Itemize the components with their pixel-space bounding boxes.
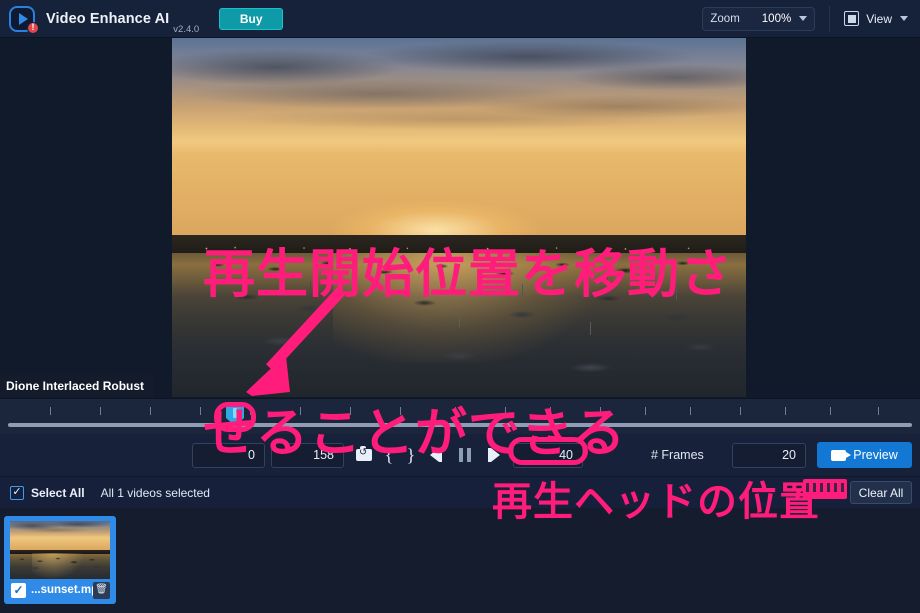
pause-icon[interactable] [452, 442, 478, 468]
current-frame-input[interactable]: 40 [513, 442, 583, 468]
list-item[interactable]: ...sunset.mp4 [4, 516, 116, 604]
playhead-marker-icon[interactable] [226, 405, 244, 426]
app-logo: ! [8, 5, 39, 34]
video-masts-layer [172, 249, 746, 397]
select-all-label: Select All [31, 485, 85, 500]
video-enhance-ai-window: ! Video Enhance AI v2.4.0 Buy Zoom 100% … [0, 0, 920, 613]
timeline-ruler[interactable] [0, 398, 920, 434]
next-frame-icon[interactable] [481, 442, 507, 468]
view-label: View [866, 11, 892, 26]
preview-canvas[interactable]: Dione Interlaced Robust [0, 38, 920, 398]
selection-status-text: All 1 videos selected [100, 485, 210, 500]
timeline-track[interactable] [8, 423, 912, 427]
view-square-icon [844, 11, 860, 26]
start-frame-input[interactable]: 0 [192, 442, 265, 468]
buy-button[interactable]: Buy [219, 7, 284, 30]
preview-button-label: Preview [853, 448, 898, 462]
timeline-ticks [0, 407, 920, 419]
play-triangle-icon [19, 12, 28, 25]
in-point-glyph: { [384, 445, 394, 465]
select-all-checkbox[interactable] [10, 485, 24, 500]
previous-frame-icon[interactable] [423, 442, 449, 468]
snapshot-camera-icon[interactable] [351, 442, 377, 468]
item-filename: ...sunset.mp4 [31, 584, 93, 596]
view-dropdown[interactable]: View [844, 11, 908, 26]
model-name-chip: Dione Interlaced Robust [0, 375, 155, 397]
out-point-bracket-icon[interactable]: } [398, 442, 424, 468]
zoom-dropdown[interactable]: Zoom 100% [702, 6, 816, 31]
playback-control-bar: 0 158 { } 40 # Frames 20 Preview [0, 434, 920, 476]
app-version: v2.4.0 [173, 24, 200, 35]
preview-camera-icon [831, 449, 852, 461]
titlebar-right-controls: Zoom 100% View [702, 0, 920, 37]
out-point-glyph: } [406, 445, 416, 465]
clear-all-button[interactable]: Clear All [850, 481, 912, 504]
trash-icon[interactable] [93, 581, 110, 599]
preview-button[interactable]: Preview [817, 442, 912, 468]
frames-count-input[interactable]: 20 [732, 442, 806, 468]
sunset-harbour-thumbnail [10, 521, 110, 579]
app-title: Video Enhance AI [46, 10, 170, 27]
end-frame-input[interactable]: 158 [271, 442, 344, 468]
chevron-down-icon [799, 16, 808, 21]
video-list-strip: ...sunset.mp4 [0, 508, 920, 613]
zoom-label: Zoom [710, 12, 740, 25]
chevron-down-icon [900, 16, 908, 21]
toolbar-divider [829, 5, 831, 32]
zoom-value: 100% [761, 12, 792, 25]
frames-count-label: # Frames [651, 448, 704, 462]
thumbnail-footer: ...sunset.mp4 [4, 580, 116, 600]
item-checkbox[interactable] [11, 582, 26, 598]
selection-bar: Select All All 1 videos selected Clear A… [0, 476, 920, 508]
logo-alert-badge: ! [27, 21, 39, 34]
title-bar: ! Video Enhance AI v2.4.0 Buy Zoom 100% … [0, 0, 920, 38]
video-preview[interactable] [172, 38, 746, 397]
